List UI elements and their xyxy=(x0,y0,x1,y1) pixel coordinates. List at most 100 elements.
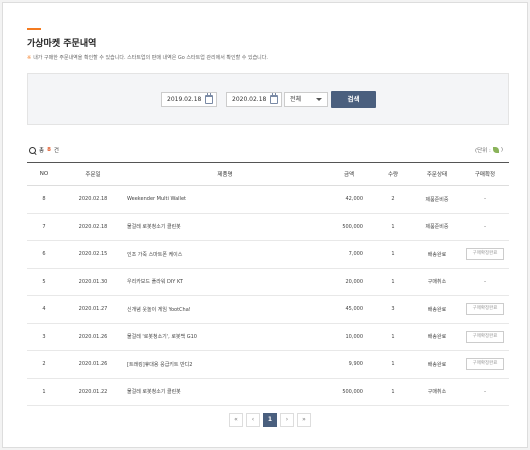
cell-confirm: - xyxy=(484,223,486,230)
cell-no: 7 xyxy=(42,223,46,230)
header-qty: 수량 xyxy=(387,172,399,178)
cell-price: 20,000 xyxy=(345,278,364,285)
cell-confirm: 구매확정완료 xyxy=(461,241,509,269)
table-row: 8 2020.02.18 Weekender Multi Wallet 42,0… xyxy=(27,186,509,214)
header-no: NO xyxy=(39,171,49,177)
cell-date: 2020.01.26 xyxy=(78,361,108,368)
table-row: 1 2020.01.22 물걸레 로봇청소기 클린봇 500,000 1 구매취… xyxy=(27,378,509,406)
cell-status: 배송완료 xyxy=(427,361,447,368)
cell-product[interactable]: 우리카보드 플라워 DIY KT xyxy=(125,268,325,296)
calendar-icon[interactable] xyxy=(205,93,213,104)
purchase-confirmed-button[interactable]: 구매확정완료 xyxy=(466,248,504,261)
cell-qty: 1 xyxy=(391,361,395,368)
purchase-confirmed-button[interactable]: 구매확정완료 xyxy=(466,330,504,343)
table-row: 5 2020.01.30 우리카보드 플라워 DIY KT 20,000 1 구… xyxy=(27,268,509,296)
prev-page-button[interactable]: ‹ xyxy=(246,413,260,427)
total-prefix: 총 xyxy=(39,148,45,154)
cell-date: 2020.01.30 xyxy=(78,278,108,285)
cell-no: 5 xyxy=(42,278,46,285)
cell-product[interactable]: 인조 가죽 스마트폰 케이스 xyxy=(125,241,325,269)
cell-product[interactable]: 물걸레 로봇청소기 클린봇 xyxy=(125,213,325,241)
unit-label: (단위 : ) xyxy=(475,146,503,154)
purchase-confirmed-button[interactable]: 구매확정완료 xyxy=(466,303,504,316)
table-row: 2 2020.01.26 [트래킹]휴대용 응급키트 반디2 9,900 1 배… xyxy=(27,351,509,379)
cell-status: 배송완료 xyxy=(427,251,447,258)
cell-status: 제품준비중 xyxy=(425,224,449,231)
cell-qty: 1 xyxy=(391,223,395,230)
cell-status: 구매취소 xyxy=(427,389,447,396)
page-button-current[interactable]: 1 xyxy=(263,413,277,427)
header-date: 주문일 xyxy=(85,172,101,178)
start-date-value: 2019.02.18 xyxy=(167,96,202,103)
header-confirm: 구매확정 xyxy=(474,172,496,178)
order-table: NO 주문일 제품명 금액 수량 주문상태 구매확정 8 2020.02.18 … xyxy=(27,162,509,406)
cell-no: 6 xyxy=(42,251,46,258)
cell-qty: 1 xyxy=(391,278,395,285)
cell-confirm: 구매확정완료 xyxy=(461,296,509,324)
cell-date: 2020.02.15 xyxy=(78,251,108,258)
search-button[interactable]: 검색 xyxy=(331,91,376,108)
cell-confirm: - xyxy=(484,196,486,203)
cell-confirm: 구매확정완료 xyxy=(461,351,509,379)
cell-date: 2020.02.18 xyxy=(78,223,108,230)
cell-no: 2 xyxy=(42,361,46,368)
cell-qty: 3 xyxy=(391,306,395,313)
cell-price: 42,000 xyxy=(345,196,364,203)
cell-price: 9,900 xyxy=(348,361,363,368)
page-title: 가상마켓 주문내역 xyxy=(27,39,97,49)
purchase-confirmed-button[interactable]: 구매확정완료 xyxy=(466,358,504,371)
notice-star-icon: ※ xyxy=(27,55,32,61)
status-select[interactable]: 전체 xyxy=(284,92,328,107)
search-icon xyxy=(29,146,36,154)
cell-status: 배송완료 xyxy=(427,306,447,313)
cell-price: 7,000 xyxy=(348,251,363,258)
chevron-down-icon xyxy=(316,98,322,101)
cell-status: 구매취소 xyxy=(427,279,447,286)
unit-label-text: (단위 : xyxy=(474,148,491,154)
search-filter-panel: 2019.02.18 ~ 2020.02.18 전체 검색 xyxy=(27,73,509,125)
total-suffix: 건 xyxy=(53,148,59,154)
cell-price: 10,000 xyxy=(345,333,364,340)
notice-text: ※ 내가 구매한 주문내역을 확인할 수 있습니다. 스타트업의 판매 내역은 G… xyxy=(27,54,268,61)
pagination: « ‹ 1 › » xyxy=(229,413,311,427)
table-row: 3 2020.01.26 물걸레 '로봇청소기', 로봇백 G10 10,000… xyxy=(27,323,509,351)
table-row: 6 2020.02.15 인조 가죽 스마트폰 케이스 7,000 1 배송완료… xyxy=(27,241,509,269)
cell-product[interactable]: 신개념 웃놀이 게임 YootCha! xyxy=(125,296,325,324)
cell-no: 8 xyxy=(42,196,46,203)
table-row: 7 2020.02.18 물걸레 로봇청소기 클린봇 500,000 1 제품준… xyxy=(27,213,509,241)
cell-price: 45,000 xyxy=(345,306,364,313)
cell-product[interactable]: Weekender Multi Wallet xyxy=(125,186,325,214)
header-product: 제품명 xyxy=(217,172,233,178)
end-date-field[interactable]: 2020.02.18 xyxy=(226,92,282,107)
notice-message: 내가 구매한 주문내역을 확인할 수 있습니다. 스타트업의 판매 내역은 Go… xyxy=(33,55,268,61)
cell-qty: 2 xyxy=(391,196,395,203)
header-price: 금액 xyxy=(343,172,355,178)
next-page-button[interactable]: › xyxy=(280,413,294,427)
header-status: 주문상태 xyxy=(426,172,448,178)
cell-confirm: - xyxy=(484,388,486,395)
title-accent-bar xyxy=(27,28,41,30)
table-header-row: NO 주문일 제품명 금액 수량 주문상태 구매확정 xyxy=(27,162,509,186)
last-page-button[interactable]: » xyxy=(297,413,311,427)
cell-confirm: 구매확정완료 xyxy=(461,323,509,351)
cell-date: 2020.01.22 xyxy=(78,388,108,395)
cell-product[interactable]: 물걸레 로봇청소기 클린봇 xyxy=(125,378,325,406)
total-count: 총8건 xyxy=(29,146,59,154)
first-page-button[interactable]: « xyxy=(229,413,243,427)
cell-price: 500,000 xyxy=(342,388,363,395)
page-frame: 가상마켓 주문내역 ※ 내가 구매한 주문내역을 확인할 수 있습니다. 스타트업… xyxy=(2,2,528,448)
cell-no: 3 xyxy=(42,333,46,340)
cell-qty: 1 xyxy=(391,251,395,258)
cell-product[interactable]: 물걸레 '로봇청소기', 로봇백 G10 xyxy=(125,323,325,351)
cell-status: 배송완료 xyxy=(427,334,447,341)
status-select-value: 전체 xyxy=(290,96,302,103)
cell-qty: 1 xyxy=(391,333,395,340)
start-date-field[interactable]: 2019.02.18 xyxy=(161,92,217,107)
cell-price: 500,000 xyxy=(342,223,363,230)
currency-leaf-icon xyxy=(492,147,499,153)
cell-qty: 1 xyxy=(391,388,395,395)
cell-product[interactable]: [트래킹]휴대용 응급키트 반디2 xyxy=(125,351,325,379)
calendar-icon[interactable] xyxy=(270,93,278,104)
total-count-value: 8 xyxy=(47,147,51,153)
unit-close-paren: ) xyxy=(500,147,503,153)
